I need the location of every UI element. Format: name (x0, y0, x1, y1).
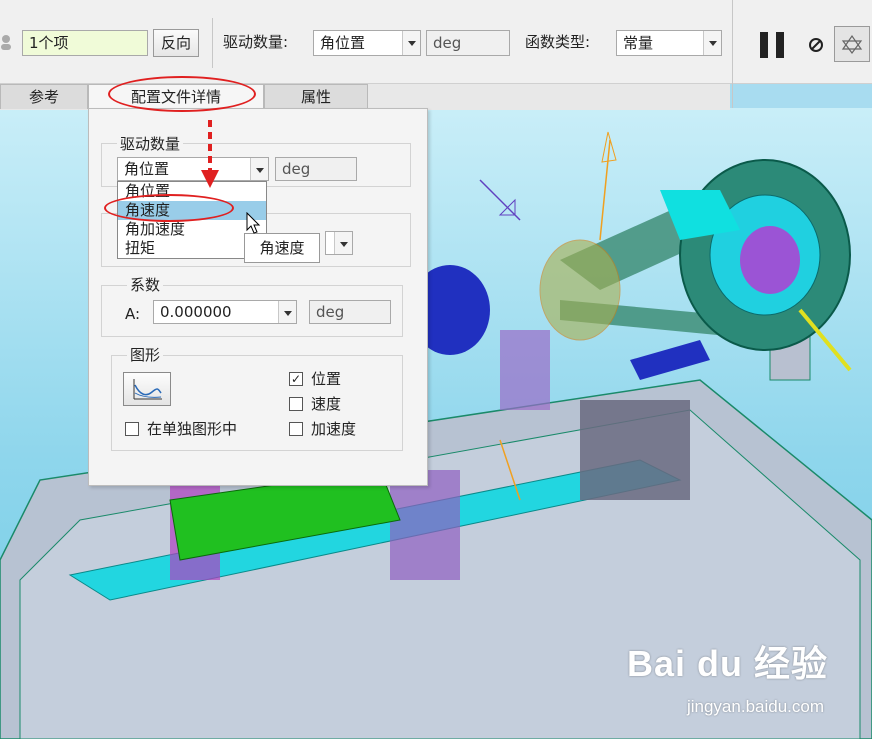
dashboard-toolbar: 1个项 反向 驱动数量: 角位置 deg 函数类型: 常量 (0, 0, 872, 108)
annotation-circle-option (104, 194, 234, 222)
preview-icon[interactable] (834, 26, 870, 62)
tab-references[interactable]: 参考 (0, 84, 88, 109)
coef-a-value: 0.000000 (160, 303, 232, 321)
pause-icon[interactable] (758, 31, 788, 59)
unit-field: deg (426, 30, 510, 56)
coef-a-label: A: (125, 305, 141, 323)
chevron-down-icon (250, 158, 268, 180)
chevron-down-icon (703, 31, 721, 55)
velocity-label: 速度 (311, 395, 342, 413)
position-checkbox[interactable]: ✓ (289, 372, 303, 386)
panel-unit-field: deg (275, 157, 357, 181)
watermark-url: jingyan.baidu.com (686, 697, 824, 716)
function-type-label: 函数类型: (525, 33, 591, 51)
function-type-select[interactable]: 常量 (616, 30, 722, 56)
driven-quantity-title: 驱动数量 (117, 135, 184, 153)
velocity-checkbox[interactable] (289, 397, 303, 411)
graph-icon[interactable] (123, 372, 171, 406)
chevron-down-icon (278, 301, 296, 323)
panel-driven-quantity-select[interactable]: 角位置 (117, 157, 269, 181)
annotation-arrow-icon (198, 118, 222, 190)
separate-graph-checkbox[interactable] (125, 422, 139, 436)
driven-quantity-value: 角位置 (320, 34, 366, 52)
reference-collector[interactable]: 1个项 (22, 30, 148, 56)
mouse-cursor-icon (246, 211, 262, 236)
tooltip: 角速度 (244, 233, 320, 263)
graph-title: 图形 (127, 346, 164, 364)
chevron-down-icon (334, 232, 352, 254)
function-select-partial[interactable] (325, 231, 353, 255)
profile-details-panel: 驱动数量 角位置 deg 系数 A: 0.000000 deg 图形 在单独图形… (88, 108, 428, 486)
coef-a-input[interactable]: 0.000000 (153, 300, 297, 324)
position-label: 位置 (311, 370, 342, 388)
annotation-circle-tab (108, 76, 256, 112)
tab-properties[interactable]: 属性 (264, 84, 368, 109)
stop-icon[interactable] (808, 37, 824, 53)
driven-quantity-select[interactable]: 角位置 (313, 30, 421, 56)
coef-unit-field: deg (309, 300, 391, 324)
acceleration-checkbox[interactable] (289, 422, 303, 436)
person-icon (0, 34, 12, 50)
separate-graph-label: 在单独图形中 (147, 420, 238, 438)
function-type-value: 常量 (623, 34, 654, 52)
watermark-logo: Bai du 经验 (626, 643, 828, 684)
acceleration-label: 加速度 (311, 420, 357, 438)
coefficient-title: 系数 (127, 276, 164, 294)
reverse-button[interactable]: 反向 (153, 29, 199, 57)
driven-quantity-label: 驱动数量: (223, 33, 289, 51)
chevron-down-icon (402, 31, 420, 55)
panel-driven-quantity-value: 角位置 (124, 160, 170, 178)
